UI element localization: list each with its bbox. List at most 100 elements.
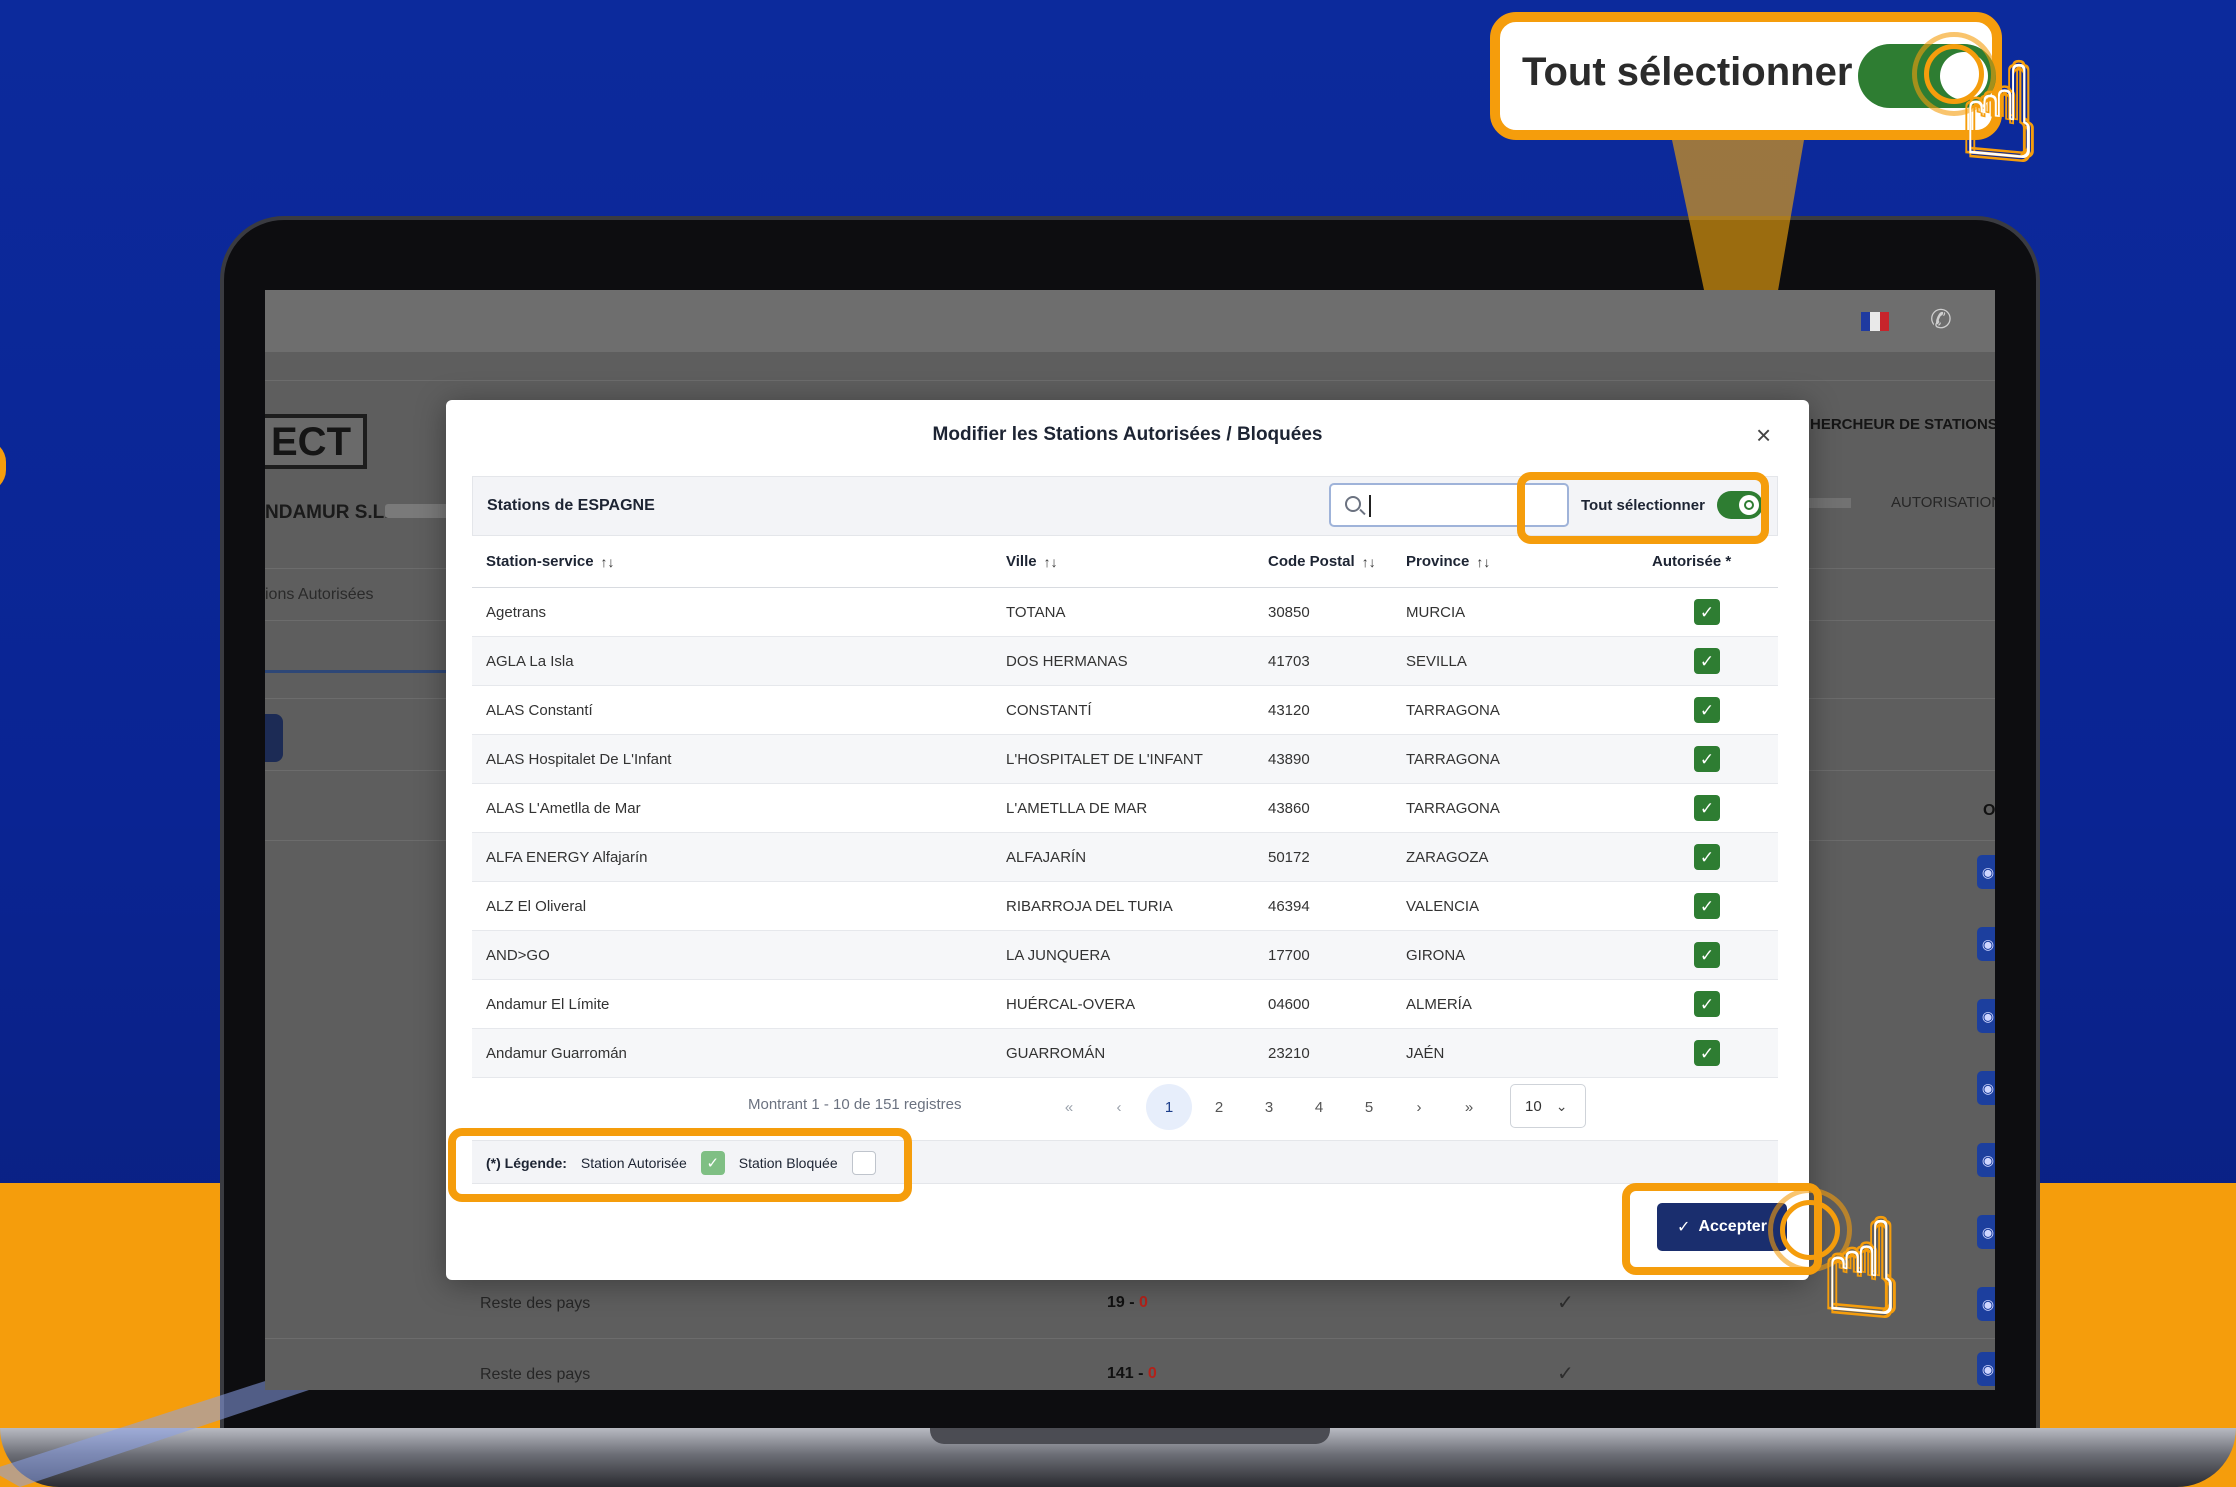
nav-authorisation[interactable]: AUTORISATION	[1891, 494, 1995, 511]
province-cell: ALMERÍA	[1406, 995, 1472, 1013]
edit-stations-modal: Modifier les Stations Autorisées / Bloqu…	[446, 400, 1809, 1280]
city-cell: GUARROMÁN	[1006, 1044, 1106, 1062]
province-cell: GIRONA	[1406, 946, 1466, 964]
eye-icon[interactable]: ◉	[1977, 1143, 1995, 1177]
tab-underline	[265, 670, 447, 673]
postal-code-cell: 17700	[1268, 946, 1310, 964]
city-cell: L'AMETLLA DE MAR	[1006, 799, 1148, 817]
eye-icon[interactable]: ◉	[1977, 855, 1995, 889]
city-cell: LA JUNQUERA	[1006, 946, 1111, 964]
divider	[265, 380, 1995, 381]
modal-title: Modifier les Stations Autorisées / Bloqu…	[932, 424, 1323, 445]
authorized-checkbox[interactable]: ✓	[1694, 991, 1720, 1017]
eye-icon[interactable]: ◉	[1977, 1215, 1995, 1249]
province-cell: TARRAGONA	[1406, 701, 1500, 719]
table-header-row: Station-service ↑↓ Ville ↑↓ Code Postal ↑↓ …	[472, 536, 1778, 588]
authorized-cell: ✓	[1672, 833, 1742, 881]
table-row: ALAS Hospitalet De L'Infant L'HOSPITALET …	[472, 735, 1778, 784]
select-all-label: Tout sélectionner	[1581, 497, 1705, 514]
eye-icon[interactable]: ◉	[1977, 927, 1995, 961]
toggle-knob	[1739, 495, 1759, 515]
authorized-cell: ✓	[1672, 931, 1742, 979]
panel-title: Stations de ESPAGNE	[487, 497, 655, 514]
column-header-station[interactable]: Station-service ↑↓	[486, 536, 615, 587]
province-cell: SEVILLA	[1406, 652, 1467, 670]
text-cursor	[1369, 495, 1371, 517]
station-name-cell: Andamur Guarromán	[486, 1044, 627, 1062]
country-row-counts: 141 - 0	[1107, 1365, 1157, 1382]
page-5-button[interactable]: 5	[1346, 1084, 1392, 1130]
province-cell: TARRAGONA	[1406, 799, 1500, 817]
column-header-authorized: Autorisée *	[1652, 553, 1732, 570]
table-body: Agetrans TOTANA 30850 MURCIA ✓ AGLA La Isla DO…	[472, 588, 1778, 1078]
station-name-cell: ALAS L'Ametlla de Mar	[486, 799, 641, 817]
page-3-button[interactable]: 3	[1246, 1084, 1292, 1130]
stations-table: Station-service ↑↓ Ville ↑↓ Code Postal ↑↓ …	[472, 536, 1778, 1078]
city-cell: L'HOSPITALET DE L'INFANT	[1006, 750, 1203, 768]
nav-station-finder[interactable]: HERCHEUR DE STATIONS	[1810, 416, 1995, 433]
decorative-arc	[0, 440, 6, 492]
table-row: ALAS L'Ametlla de Mar L'AMETLLA DE MAR 438…	[472, 784, 1778, 833]
authorized-checkbox[interactable]: ✓	[1694, 648, 1720, 674]
page-2-button[interactable]: 2	[1196, 1084, 1242, 1130]
authorized-checkbox[interactable]: ✓	[1694, 893, 1720, 919]
redacted-value	[1805, 498, 1851, 508]
prev-page-button[interactable]: ‹	[1096, 1084, 1142, 1130]
postal-code-cell: 41703	[1268, 652, 1310, 670]
search-box[interactable]	[1329, 483, 1569, 527]
laptop-notch	[930, 1428, 1330, 1444]
city-cell: CONSTANTÍ	[1006, 701, 1092, 719]
authorized-checkbox[interactable]: ✓	[1694, 1040, 1720, 1066]
phone-icon[interactable]: ✆	[1930, 304, 1952, 335]
select-all-toggle[interactable]	[1717, 491, 1763, 519]
background-action-button[interactable]	[265, 714, 283, 762]
city-cell: TOTANA	[1006, 603, 1066, 621]
check-icon: ✓	[1557, 1363, 1574, 1385]
eye-icon[interactable]: ◉	[1977, 1352, 1995, 1386]
authorized-checkbox[interactable]: ✓	[1694, 746, 1720, 772]
table-row: AGLA La Isla DOS HERMANAS 41703 SEVILLA ✓	[472, 637, 1778, 686]
postal-code-cell: 23210	[1268, 1044, 1310, 1062]
page-size-select[interactable]: 10 ⌄	[1510, 1084, 1586, 1128]
authorized-checkbox[interactable]: ✓	[1694, 795, 1720, 821]
column-header-postal[interactable]: Code Postal ↑↓	[1268, 536, 1376, 587]
postal-code-cell: 04600	[1268, 995, 1310, 1013]
authorized-checkbox[interactable]: ✓	[1694, 697, 1720, 723]
sort-icon: ↑↓	[1361, 553, 1376, 570]
city-cell: ALFAJARÍN	[1006, 848, 1087, 866]
authorized-cell: ✓	[1672, 637, 1742, 685]
search-icon	[1345, 496, 1361, 512]
last-page-button[interactable]: »	[1446, 1084, 1492, 1130]
postal-code-cell: 43890	[1268, 750, 1310, 768]
search-input[interactable]	[1377, 489, 1557, 521]
authorized-checkbox[interactable]: ✓	[1694, 942, 1720, 968]
flag-fr-icon[interactable]	[1861, 312, 1889, 331]
country-row-label: Reste des pays	[480, 1295, 591, 1312]
chevron-down-icon: ⌄	[1555, 1097, 1568, 1114]
city-cell: RIBARROJA DEL TURIA	[1006, 897, 1173, 915]
authorized-checkbox[interactable]: ✓	[1694, 599, 1720, 625]
postal-code-cell: 50172	[1268, 848, 1310, 866]
column-header-city[interactable]: Ville ↑↓	[1006, 536, 1058, 587]
company-name: NDAMUR S.L.	[265, 502, 390, 523]
station-name-cell: ALAS Hospitalet De L'Infant	[486, 750, 672, 768]
eye-icon[interactable]: ◉	[1977, 1287, 1995, 1321]
callout-label: Tout sélectionner	[1522, 50, 1853, 94]
station-name-cell: ALAS Constantí	[486, 701, 593, 719]
eye-icon[interactable]: ◉	[1977, 999, 1995, 1033]
province-cell: ZARAGOZA	[1406, 848, 1489, 866]
check-icon: ✓	[1557, 1292, 1574, 1314]
page-4-button[interactable]: 4	[1296, 1084, 1342, 1130]
page-1-button[interactable]: 1	[1146, 1084, 1192, 1130]
hand-pointer-icon: ☝	[1960, 40, 2040, 186]
tab-authorized-stations[interactable]: ions Autorisées	[265, 586, 374, 604]
close-icon[interactable]: ×	[1756, 422, 1771, 448]
next-page-button[interactable]: ›	[1396, 1084, 1442, 1130]
company-id-redacted	[385, 504, 451, 518]
authorized-checkbox[interactable]: ✓	[1694, 844, 1720, 870]
column-header-province[interactable]: Province ↑↓	[1406, 536, 1490, 587]
table-row: Agetrans TOTANA 30850 MURCIA ✓	[472, 588, 1778, 637]
first-page-button[interactable]: «	[1046, 1084, 1092, 1130]
hand-pointer-icon: ☝	[1822, 1196, 1902, 1342]
eye-icon[interactable]: ◉	[1977, 1071, 1995, 1105]
